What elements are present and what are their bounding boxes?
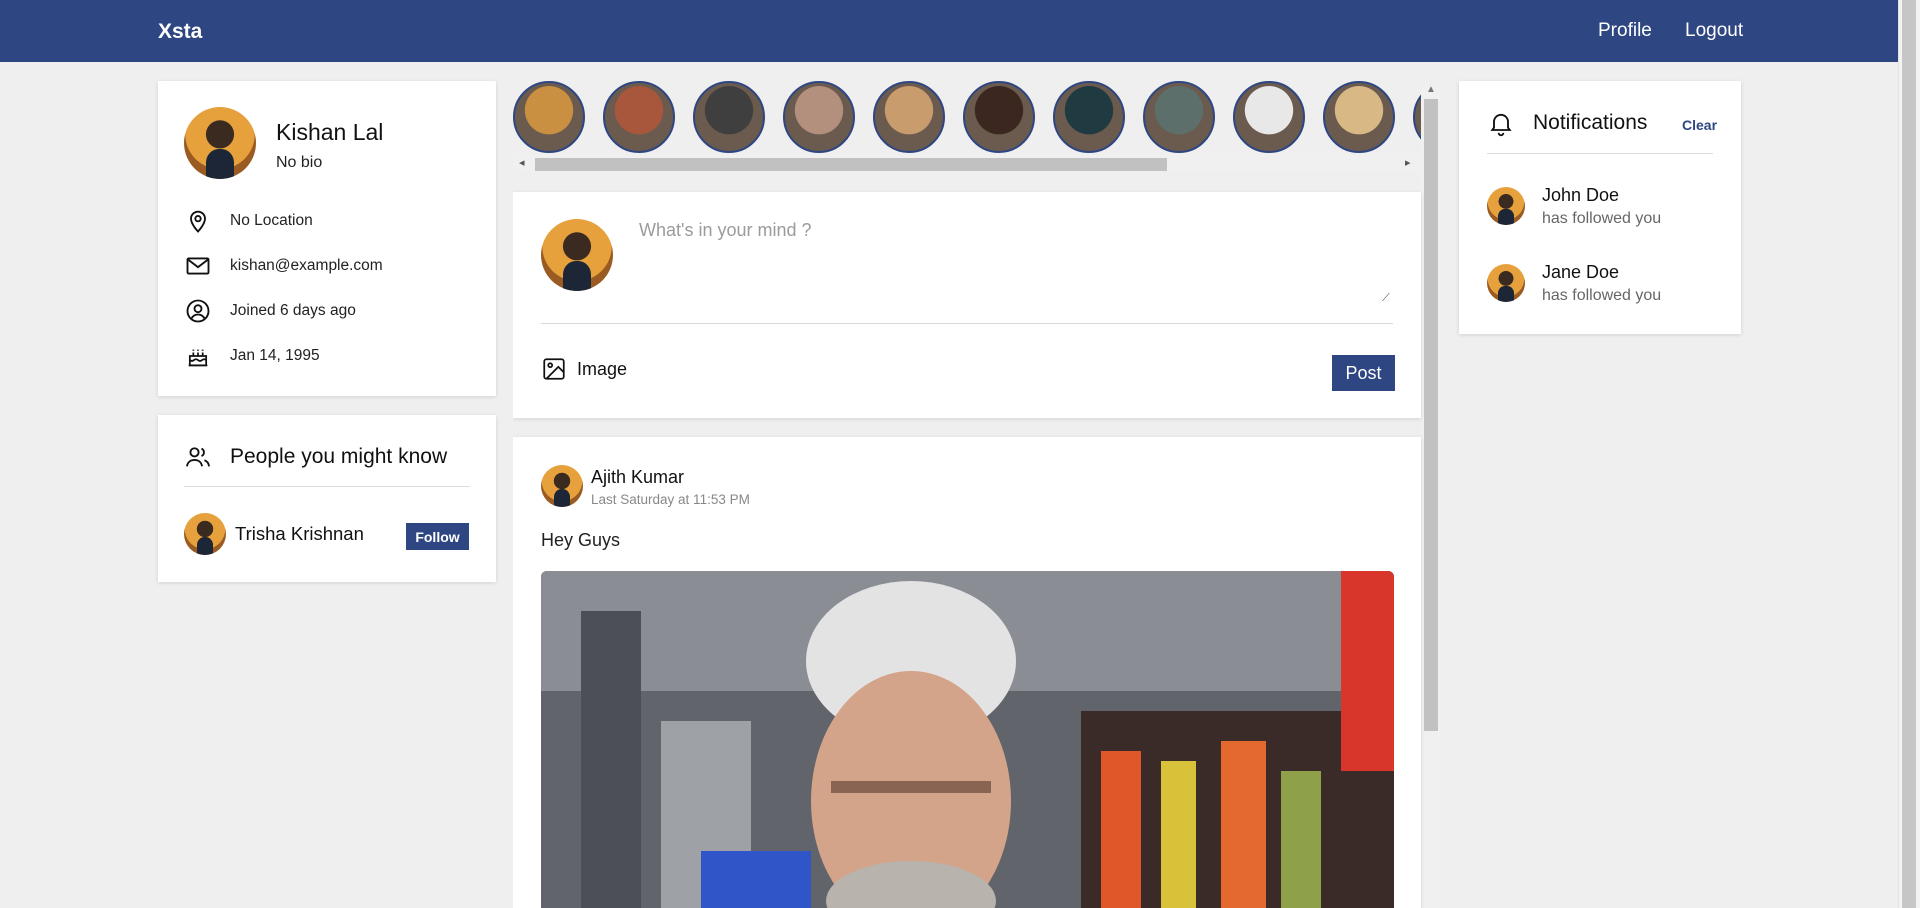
nav-logout-link[interactable]: Logout	[1685, 20, 1743, 42]
scroll-up-icon[interactable]: ▲	[1426, 84, 1436, 95]
image-label: Image	[577, 358, 628, 379]
feed-post: Ajith Kumar Last Saturday at 11:53 PM He…	[513, 437, 1421, 908]
notifications-title: Notifications	[1533, 111, 1648, 134]
notifications-header: Notifications	[1487, 109, 1647, 137]
post-photo	[541, 571, 1394, 908]
top-navbar: Xsta Profile Logout	[0, 0, 1898, 62]
feed-column: ◂ ▸ ▲ ⟋ Image Post Ajith Kumar Last Satu…	[513, 81, 1441, 908]
story-avatar[interactable]	[1413, 81, 1421, 153]
post-author[interactable]: Ajith Kumar	[591, 467, 684, 488]
post-button[interactable]: Post	[1332, 355, 1395, 391]
profile-birthday: Jan 14, 1995	[230, 347, 320, 364]
clear-notifications-button[interactable]: Clear	[1682, 117, 1717, 133]
stories-horizontal-scrollbar[interactable]: ◂ ▸	[513, 154, 1421, 171]
profile-joined: Joined 6 days ago	[230, 302, 356, 319]
notification-name: Jane Doe	[1542, 262, 1620, 282]
notifications-card: Notifications Clear John Doe has followe…	[1459, 81, 1741, 334]
follow-button[interactable]: Follow	[406, 523, 469, 550]
nav-profile-link[interactable]: Profile	[1598, 20, 1652, 42]
brand-logo[interactable]: Xsta	[158, 20, 202, 44]
people-you-might-know-card: People you might know Trisha Krishnan Fo…	[158, 415, 496, 582]
feed-vertical-scrollbar[interactable]: ▲	[1421, 84, 1441, 908]
profile-birthday-row: Jan 14, 1995	[184, 342, 320, 370]
divider	[541, 323, 1393, 324]
scroll-left-icon[interactable]: ◂	[519, 156, 525, 169]
post-text: Hey Guys	[541, 530, 621, 550]
people-title-row: People you might know	[184, 443, 447, 471]
story-avatar[interactable]	[1233, 81, 1305, 153]
story-avatar[interactable]	[513, 81, 585, 153]
avatar	[1487, 264, 1525, 302]
avatar	[541, 219, 613, 291]
story-avatar[interactable]	[873, 81, 945, 153]
story-avatar[interactable]	[783, 81, 855, 153]
profile-email-row: kishan@example.com	[184, 252, 383, 280]
profile-email: kishan@example.com	[230, 257, 383, 274]
story-avatar[interactable]	[1053, 81, 1125, 153]
post-composer: ⟋ Image Post	[513, 192, 1421, 418]
bell-icon	[1490, 113, 1512, 137]
image-icon	[543, 358, 565, 380]
people-title: People you might know	[230, 445, 448, 468]
mail-icon	[186, 257, 210, 275]
stories-scrollbar-thumb[interactable]	[535, 158, 1167, 171]
profile-location-row: No Location	[184, 207, 313, 235]
story-avatar[interactable]	[1323, 81, 1395, 153]
scroll-right-icon[interactable]: ▸	[1405, 156, 1411, 169]
avatar[interactable]	[184, 513, 226, 555]
post-image[interactable]	[541, 571, 1394, 908]
avatar[interactable]	[184, 107, 256, 179]
suggestion-name[interactable]: Trisha Krishnan	[235, 523, 364, 545]
story-avatar[interactable]	[963, 81, 1035, 153]
location-pin-icon	[190, 210, 206, 233]
feed-scrollbar-thumb[interactable]	[1424, 99, 1438, 731]
divider	[184, 486, 470, 487]
post-timestamp: Last Saturday at 11:53 PM	[591, 492, 750, 507]
story-avatar[interactable]	[603, 81, 675, 153]
users-icon	[185, 447, 211, 467]
page-scrollbar-thumb[interactable]	[1902, 0, 1916, 908]
profile-joined-row: Joined 6 days ago	[184, 297, 356, 325]
profile-bio: No bio	[276, 154, 323, 171]
cake-icon	[188, 349, 208, 367]
stories-strip: ◂ ▸	[513, 81, 1421, 171]
page-scrollbar[interactable]	[1898, 0, 1920, 908]
notification-text: has followed you	[1542, 210, 1662, 227]
notification-name: John Doe	[1542, 185, 1620, 205]
user-circle-icon	[186, 299, 210, 323]
avatar	[1487, 187, 1525, 225]
avatar[interactable]	[541, 465, 583, 507]
notification-text: has followed you	[1542, 287, 1662, 304]
divider	[1487, 153, 1713, 154]
profile-name: Kishan Lal	[276, 119, 384, 145]
story-avatar[interactable]	[1143, 81, 1215, 153]
resize-handle-icon[interactable]: ⟋	[1382, 292, 1390, 305]
add-image-button[interactable]: Image	[541, 356, 627, 382]
post-input[interactable]	[627, 212, 1397, 304]
profile-card: Kishan Lal No bio No Location kishan@exa…	[158, 81, 496, 396]
profile-location: No Location	[230, 212, 313, 229]
story-avatar[interactable]	[693, 81, 765, 153]
